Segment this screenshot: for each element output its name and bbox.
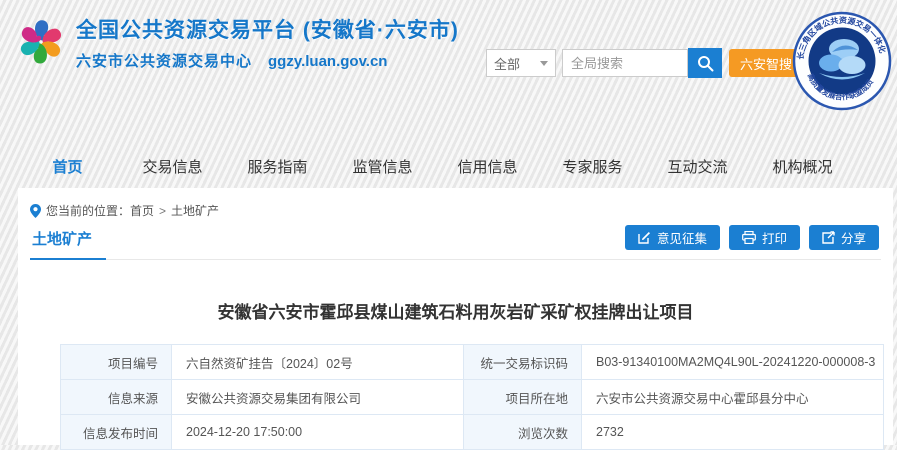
- search-category-select[interactable]: 全部: [486, 49, 556, 77]
- search-input[interactable]: [562, 49, 688, 77]
- printer-icon: [742, 231, 756, 244]
- info-value: B03-91340100MA2MQ4L90L-20241220-000008-3: [582, 345, 884, 380]
- nav-item-interaction[interactable]: 互动交流: [645, 152, 750, 184]
- nav-item-organization[interactable]: 机构概况: [750, 152, 855, 184]
- site-subtitle-row: 六安市公共资源交易中心 ggzy.luan.gov.cn: [76, 50, 459, 71]
- site-subtitle: 六安市公共资源交易中心: [76, 53, 252, 70]
- search-button[interactable]: [688, 48, 722, 78]
- nav-item-trade-info[interactable]: 交易信息: [120, 152, 225, 184]
- article-title: 安徽省六安市霍邱县煤山建筑石料用灰岩矿采矿权挂牌出让项目: [38, 298, 873, 323]
- info-value: 六安市公共资源交易中心霍邱县分中心: [582, 380, 884, 415]
- info-table: 项目编号 六自然资矿挂告〔2024〕02号 统一交易标识码 B03-913401…: [60, 344, 884, 450]
- edit-pencil-icon: [638, 231, 651, 244]
- content-panel: 您当前的位置： 首页 > 土地矿产 土地矿产 意见征集 打印: [18, 188, 893, 445]
- search-category-value: 全部: [494, 54, 520, 73]
- info-value: 2732: [582, 415, 884, 450]
- info-label: 统一交易标识码: [464, 345, 582, 380]
- share-button-label: 分享: [841, 228, 866, 247]
- nav-item-credit-info[interactable]: 信用信息: [435, 152, 540, 184]
- site-url: ggzy.luan.gov.cn: [268, 53, 387, 70]
- nav-item-expert-service[interactable]: 专家服务: [540, 152, 645, 184]
- location-pin-icon: [30, 204, 41, 218]
- share-icon: [822, 231, 835, 244]
- info-label: 项目所在地: [464, 380, 582, 415]
- info-label: 信息发布时间: [61, 415, 172, 450]
- search-bar: 全部 六安智搜: [486, 48, 803, 78]
- table-row: 信息来源 安徽公共资源交易集团有限公司 项目所在地 六安市公共资源交易中心霍邱县…: [61, 380, 884, 415]
- brand-text: 全国公共资源交易平台 (安徽省·六安市) 六安市公共资源交易中心 ggzy.lua…: [76, 12, 459, 71]
- info-label: 浏览次数: [464, 415, 582, 450]
- breadcrumb-prefix: 您当前的位置：: [46, 202, 130, 219]
- chevron-down-icon: [540, 61, 548, 66]
- info-value: 六自然资矿挂告〔2024〕02号: [172, 345, 464, 380]
- breadcrumb-separator: >: [159, 204, 166, 218]
- nav-item-home[interactable]: 首页: [15, 152, 120, 184]
- breadcrumb-current-link[interactable]: 土地矿产: [171, 202, 219, 219]
- site-logo-flower-icon: [14, 12, 68, 70]
- info-value: 安徽公共资源交易集团有限公司: [172, 380, 464, 415]
- tab-land-mineral[interactable]: 土地矿产: [30, 228, 106, 260]
- tab-bar: 土地矿产 意见征集 打印: [30, 225, 881, 260]
- main-nav: 首页 交易信息 服务指南 监管信息 信用信息 专家服务 互动交流 机构概况: [15, 152, 855, 184]
- site-title: 全国公共资源交易平台 (安徽省·六安市): [76, 14, 459, 44]
- breadcrumb: 您当前的位置： 首页 > 土地矿产: [18, 188, 893, 219]
- info-label: 项目编号: [61, 345, 172, 380]
- nav-item-service-guide[interactable]: 服务指南: [225, 152, 330, 184]
- brand[interactable]: 全国公共资源交易平台 (安徽省·六安市) 六安市公共资源交易中心 ggzy.lua…: [14, 12, 459, 71]
- alliance-emblem-badge: 长三角区域公共资源交易一体化 高质量发展合作联盟成员: [792, 4, 892, 116]
- table-row: 项目编号 六自然资矿挂告〔2024〕02号 统一交易标识码 B03-913401…: [61, 345, 884, 380]
- search-icon: [697, 55, 714, 72]
- info-value: 2024-12-20 17:50:00: [172, 415, 464, 450]
- breadcrumb-home-link[interactable]: 首页: [130, 202, 154, 219]
- info-label: 信息来源: [61, 380, 172, 415]
- action-buttons: 意见征集 打印 分享: [625, 225, 879, 250]
- table-row: 信息发布时间 2024-12-20 17:50:00 浏览次数 2732: [61, 415, 884, 450]
- nav-item-supervision-info[interactable]: 监管信息: [330, 152, 435, 184]
- feedback-button-label: 意见征集: [657, 228, 707, 247]
- feedback-button[interactable]: 意见征集: [625, 225, 720, 250]
- share-button[interactable]: 分享: [809, 225, 879, 250]
- print-button[interactable]: 打印: [729, 225, 800, 250]
- print-button-label: 打印: [762, 228, 787, 247]
